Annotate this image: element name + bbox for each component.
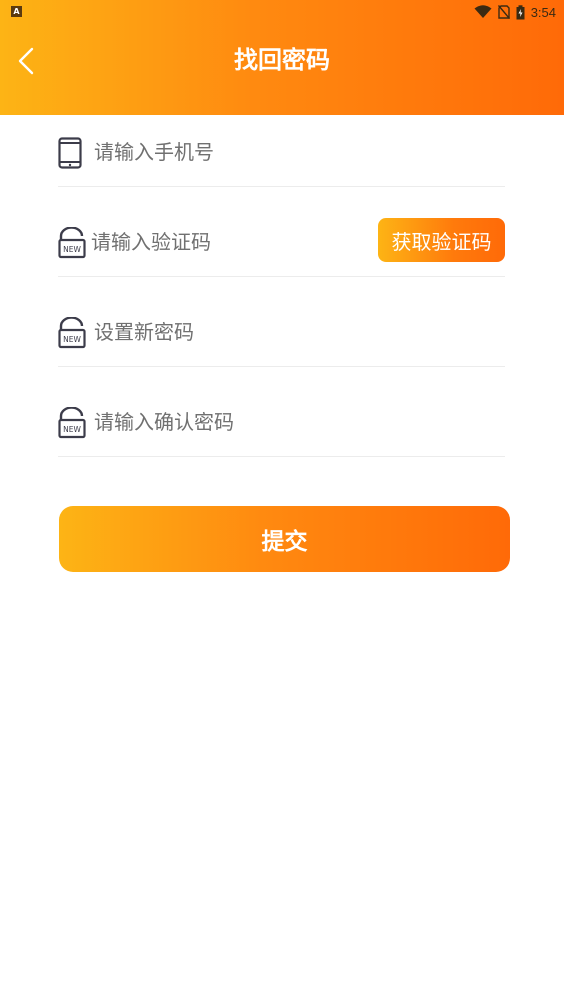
confirm-password-row: NEW [58, 367, 505, 457]
status-time: 3:54 [530, 4, 556, 20]
page-title: 找回密码 [234, 46, 330, 74]
phone-input[interactable] [94, 132, 474, 172]
lock-new-icon: NEW [58, 407, 86, 439]
phone-row [58, 97, 505, 187]
lock-badge-text: NEW [63, 335, 81, 344]
lock-badge-text: NEW [63, 425, 81, 434]
get-code-button[interactable]: 获取验证码 [378, 218, 505, 262]
wifi-icon [474, 5, 492, 18]
lock-badge-text: NEW [63, 245, 81, 254]
new-password-input[interactable] [94, 312, 474, 352]
a-notification-icon: A [11, 6, 22, 17]
no-sim-icon [497, 5, 510, 19]
battery-charging-icon [516, 4, 525, 19]
code-input[interactable] [91, 222, 361, 262]
submit-button[interactable]: 提交 [59, 506, 510, 572]
phone-icon [58, 137, 82, 169]
status-icons: 3:54 [474, 3, 556, 21]
status-bar: A 3:54 [0, 0, 564, 24]
new-password-row: NEW [58, 277, 505, 367]
code-row: NEW 获取验证码 [58, 187, 505, 277]
lock-new-icon: NEW [58, 317, 86, 349]
confirm-password-input[interactable] [94, 402, 474, 442]
lock-new-icon: NEW [58, 227, 86, 259]
